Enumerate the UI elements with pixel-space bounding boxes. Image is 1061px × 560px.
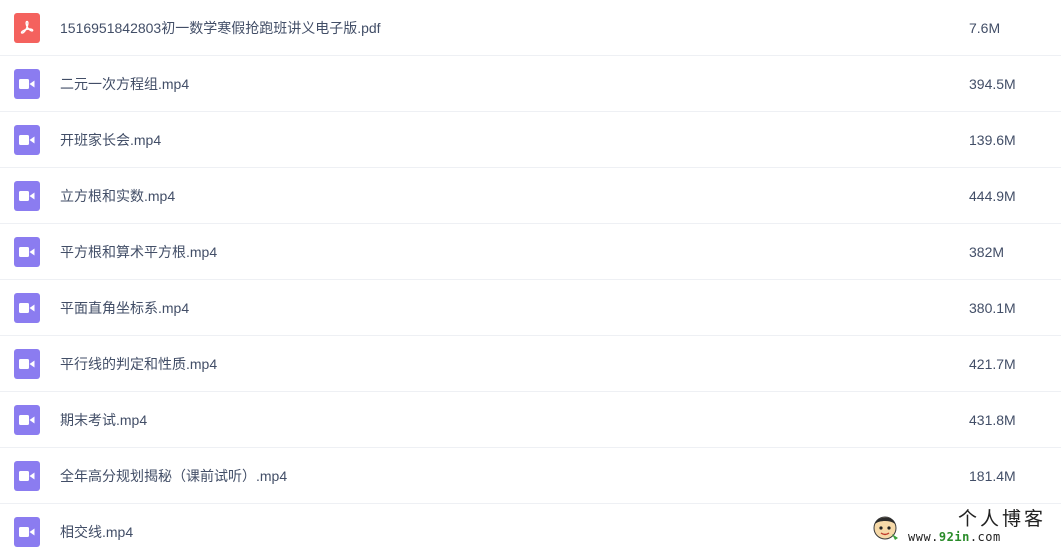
blog-watermark: 个人博客 www.92in.com bbox=[868, 505, 1061, 548]
video-icon bbox=[14, 236, 40, 267]
video-icon bbox=[14, 124, 40, 155]
file-row[interactable]: 二元一次方程组.mp4 394.5M bbox=[0, 56, 1061, 112]
file-name[interactable]: 开班家长会.mp4 bbox=[60, 130, 161, 150]
video-icon bbox=[14, 68, 40, 99]
file-name[interactable]: 平方根和算术平方根.mp4 bbox=[60, 242, 217, 262]
file-name[interactable]: 平面直角坐标系.mp4 bbox=[60, 298, 189, 318]
watermark-url: www.92in.com bbox=[908, 531, 1046, 543]
watermark-url-suffix: .com bbox=[969, 530, 1001, 544]
file-name[interactable]: 平行线的判定和性质.mp4 bbox=[60, 354, 217, 374]
file-size: 431.8M bbox=[969, 411, 1016, 428]
file-name[interactable]: 相交线.mp4 bbox=[60, 522, 133, 542]
video-icon bbox=[14, 292, 40, 323]
file-name[interactable]: 立方根和实数.mp4 bbox=[60, 186, 175, 206]
file-row[interactable]: 立方根和实数.mp4 444.9M bbox=[0, 168, 1061, 224]
file-size: 139.6M bbox=[969, 131, 1016, 148]
file-row[interactable]: 1516951842803初一数学寒假抢跑班讲义电子版.pdf 7.6M bbox=[0, 0, 1061, 56]
file-row[interactable]: 期末考试.mp4 431.8M bbox=[0, 392, 1061, 448]
watermark-url-prefix: www. bbox=[908, 530, 939, 544]
video-icon bbox=[14, 348, 40, 379]
file-size: 394.5M bbox=[969, 75, 1016, 92]
file-list: 1516951842803初一数学寒假抢跑班讲义电子版.pdf 7.6M 二元一… bbox=[0, 0, 1061, 560]
video-icon bbox=[14, 180, 40, 211]
file-size: 421.7M bbox=[969, 355, 1016, 372]
file-size: 444.9M bbox=[969, 187, 1016, 204]
file-size: 181.4M bbox=[969, 467, 1016, 484]
video-icon bbox=[14, 404, 40, 435]
file-name[interactable]: 全年高分规划揭秘（课前试听）.mp4 bbox=[60, 466, 287, 486]
file-name[interactable]: 期末考试.mp4 bbox=[60, 410, 147, 430]
file-row[interactable]: 平方根和算术平方根.mp4 382M bbox=[0, 224, 1061, 280]
watermark-text: 个人博客 www.92in.com bbox=[908, 508, 1047, 544]
file-size: 380.1M bbox=[969, 299, 1016, 316]
file-name[interactable]: 1516951842803初一数学寒假抢跑班讲义电子版.pdf bbox=[60, 18, 381, 38]
mascot-logo-icon bbox=[873, 516, 898, 540]
file-row[interactable]: 全年高分规划揭秘（课前试听）.mp4 181.4M bbox=[0, 448, 1061, 504]
file-row[interactable]: 平面直角坐标系.mp4 380.1M bbox=[0, 280, 1061, 336]
file-row[interactable]: 开班家长会.mp4 139.6M bbox=[0, 112, 1061, 168]
pdf-icon bbox=[14, 12, 40, 43]
video-icon bbox=[14, 460, 40, 491]
file-row[interactable]: 平行线的判定和性质.mp4 421.7M bbox=[0, 336, 1061, 392]
video-icon bbox=[14, 517, 40, 547]
file-name[interactable]: 二元一次方程组.mp4 bbox=[60, 74, 189, 94]
watermark-url-highlight: 92in bbox=[938, 530, 970, 544]
watermark-title: 个人博客 bbox=[958, 508, 1047, 530]
file-size: 382M bbox=[969, 243, 1005, 260]
file-size: 7.6M bbox=[969, 19, 1001, 36]
